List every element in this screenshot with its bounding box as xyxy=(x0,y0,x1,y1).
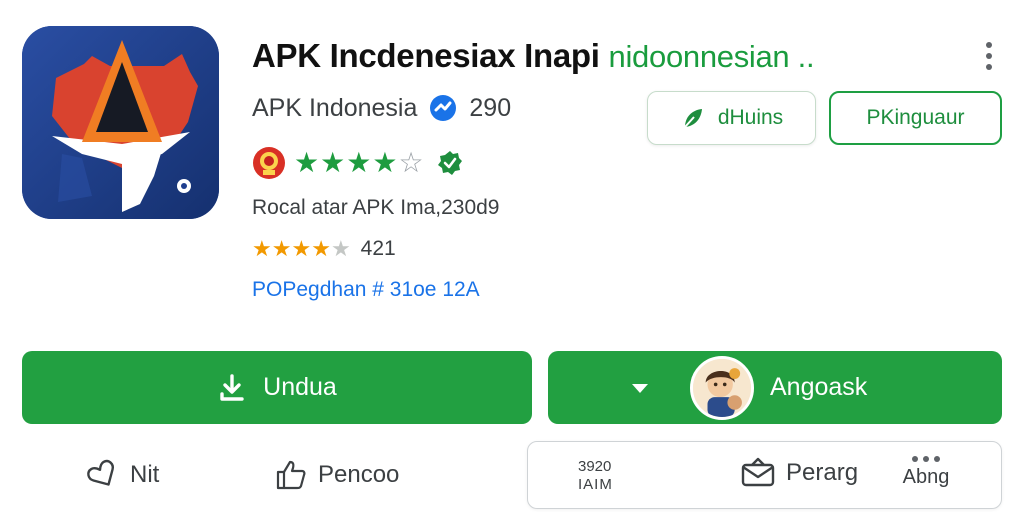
angoask-button[interactable]: Angoask xyxy=(548,351,1002,424)
chip-second[interactable]: PKinguaur xyxy=(829,91,1002,145)
angoask-button-label: Angoask xyxy=(770,373,868,401)
avatar xyxy=(690,355,754,420)
rating-row: ★★★★☆ xyxy=(252,146,463,180)
more-dot xyxy=(986,42,992,48)
star-filled-icon: ★ xyxy=(311,236,331,261)
secondary-rating: ★★★★★ 421 xyxy=(252,235,396,263)
chip-second-label: PKinguaur xyxy=(866,106,965,129)
app-title-accent: nidoonnesian .. xyxy=(608,39,815,74)
three-dots-icon xyxy=(896,456,956,462)
meta-info: Rocal atar APK Ima,230d9 xyxy=(252,196,500,219)
more-dot xyxy=(986,53,992,59)
verified-badge-icon xyxy=(430,95,457,121)
orange-star-rating: ★★★★★ xyxy=(252,237,351,261)
leaf-icon xyxy=(684,109,702,128)
app-logo-image xyxy=(22,26,219,219)
star-empty-icon: ☆ xyxy=(398,147,425,178)
app-title: APK Incdenesiax Inapi nidoonnesian .. xyxy=(252,36,952,77)
chip-first-label: dHuins xyxy=(717,106,784,129)
download-button-label: Undua xyxy=(263,373,337,401)
heart-outline-icon xyxy=(87,459,114,486)
envelope-icon xyxy=(741,457,775,487)
star-filled-icon: ★ xyxy=(252,236,272,261)
app-icon xyxy=(22,26,219,219)
star-empty-icon: ★ xyxy=(330,236,351,261)
caret-down-icon xyxy=(632,383,648,393)
star-filled-icon: ★ xyxy=(291,236,312,261)
info-link[interactable]: POPegdhan # 31oe 12A xyxy=(252,278,480,302)
download-arrow-icon xyxy=(220,373,244,401)
nit-action[interactable]: Nit xyxy=(86,450,159,500)
developer-count: 290 xyxy=(469,93,512,122)
green-star-rating: ★★★★☆ xyxy=(294,148,425,178)
stats-card: 3920 IAIM Perarg Abng xyxy=(527,441,1002,509)
more-options-button[interactable] xyxy=(975,38,1003,74)
stat-value: 3920 xyxy=(578,458,612,475)
share-action[interactable]: Perarg xyxy=(740,457,858,489)
more-label: Abng xyxy=(902,466,950,488)
download-button[interactable]: Undua xyxy=(22,351,532,424)
nit-label: Nit xyxy=(130,461,160,488)
thumbs-up-icon xyxy=(276,460,306,490)
verified-check-icon xyxy=(437,151,462,175)
star-filled-icon: ★ xyxy=(346,147,373,178)
stat-label: IAIM xyxy=(578,476,613,493)
star-filled-icon: ★ xyxy=(271,236,292,261)
star-half-icon: ★ xyxy=(372,147,399,178)
pencoo-label: Pencoo xyxy=(318,461,400,488)
pencoo-action[interactable]: Pencoo xyxy=(274,450,399,500)
developer-name[interactable]: APK Indonesia xyxy=(252,94,417,123)
more-action[interactable]: Abng xyxy=(896,456,956,489)
developer-row: APK Indonesia 290 xyxy=(252,92,511,124)
share-label: Perarg xyxy=(786,459,859,486)
award-badge-icon xyxy=(253,147,285,179)
more-dot xyxy=(986,64,992,70)
app-title-main: APK Incdenesiax Inapi xyxy=(252,37,600,74)
avatar-image xyxy=(693,358,751,417)
star-filled-icon: ★ xyxy=(320,147,347,178)
star-filled-icon: ★ xyxy=(294,147,321,178)
rating-count: 421 xyxy=(360,237,396,260)
chip-first[interactable]: dHuins xyxy=(647,91,816,145)
